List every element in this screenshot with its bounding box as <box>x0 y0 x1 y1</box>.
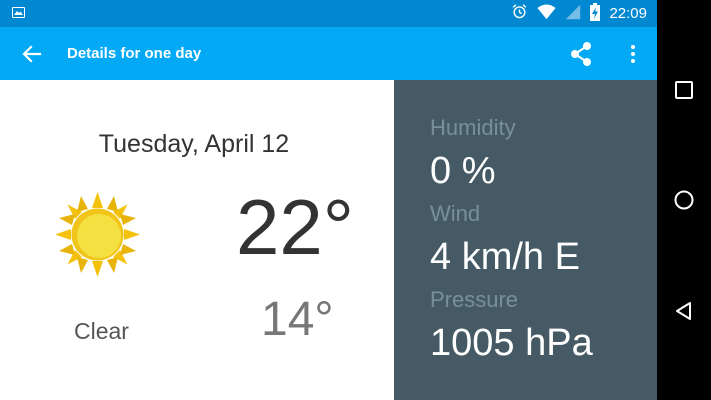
page-title: Details for one day <box>67 45 202 62</box>
more-vert-icon[interactable] <box>624 42 642 66</box>
wind-value: 4 km/h E <box>430 236 580 278</box>
stats-panel: Humidity 0 % Wind 4 km/h E Pressure 1005… <box>394 80 657 400</box>
pressure-value: 1005 hPa <box>430 322 593 364</box>
wind-label: Wind <box>430 201 481 226</box>
signal-icon <box>565 4 581 24</box>
high-temperature: 22° <box>236 183 354 271</box>
status-bar: 22:09 <box>0 0 657 27</box>
app-bar: Details for one day <box>0 27 657 80</box>
alarm-icon <box>511 3 528 24</box>
low-temperature: 14° <box>261 293 334 346</box>
date-label: Tuesday, April 12 <box>98 130 290 158</box>
recents-icon[interactable] <box>674 80 694 100</box>
wifi-icon <box>537 3 557 24</box>
share-icon[interactable] <box>567 40 595 68</box>
sun-icon <box>55 192 140 277</box>
back-icon[interactable] <box>674 301 694 321</box>
home-icon[interactable] <box>674 190 694 210</box>
back-arrow-icon[interactable] <box>20 42 44 66</box>
condition-label: Clear <box>74 318 129 344</box>
humidity-value: 0 % <box>430 150 496 192</box>
battery-charging-icon <box>590 2 601 25</box>
status-icons: 22:09 <box>511 0 647 27</box>
image-icon <box>12 7 25 18</box>
forecast-panel: Tuesday, April 12 Clear 22° 14° <box>0 80 394 400</box>
navigation-bar <box>657 0 711 400</box>
clock: 22:09 <box>609 5 647 22</box>
pressure-label: Pressure <box>430 287 519 312</box>
humidity-label: Humidity <box>430 115 516 140</box>
app-screen: 22:09 Details for one day Tuesday, April… <box>0 0 657 400</box>
